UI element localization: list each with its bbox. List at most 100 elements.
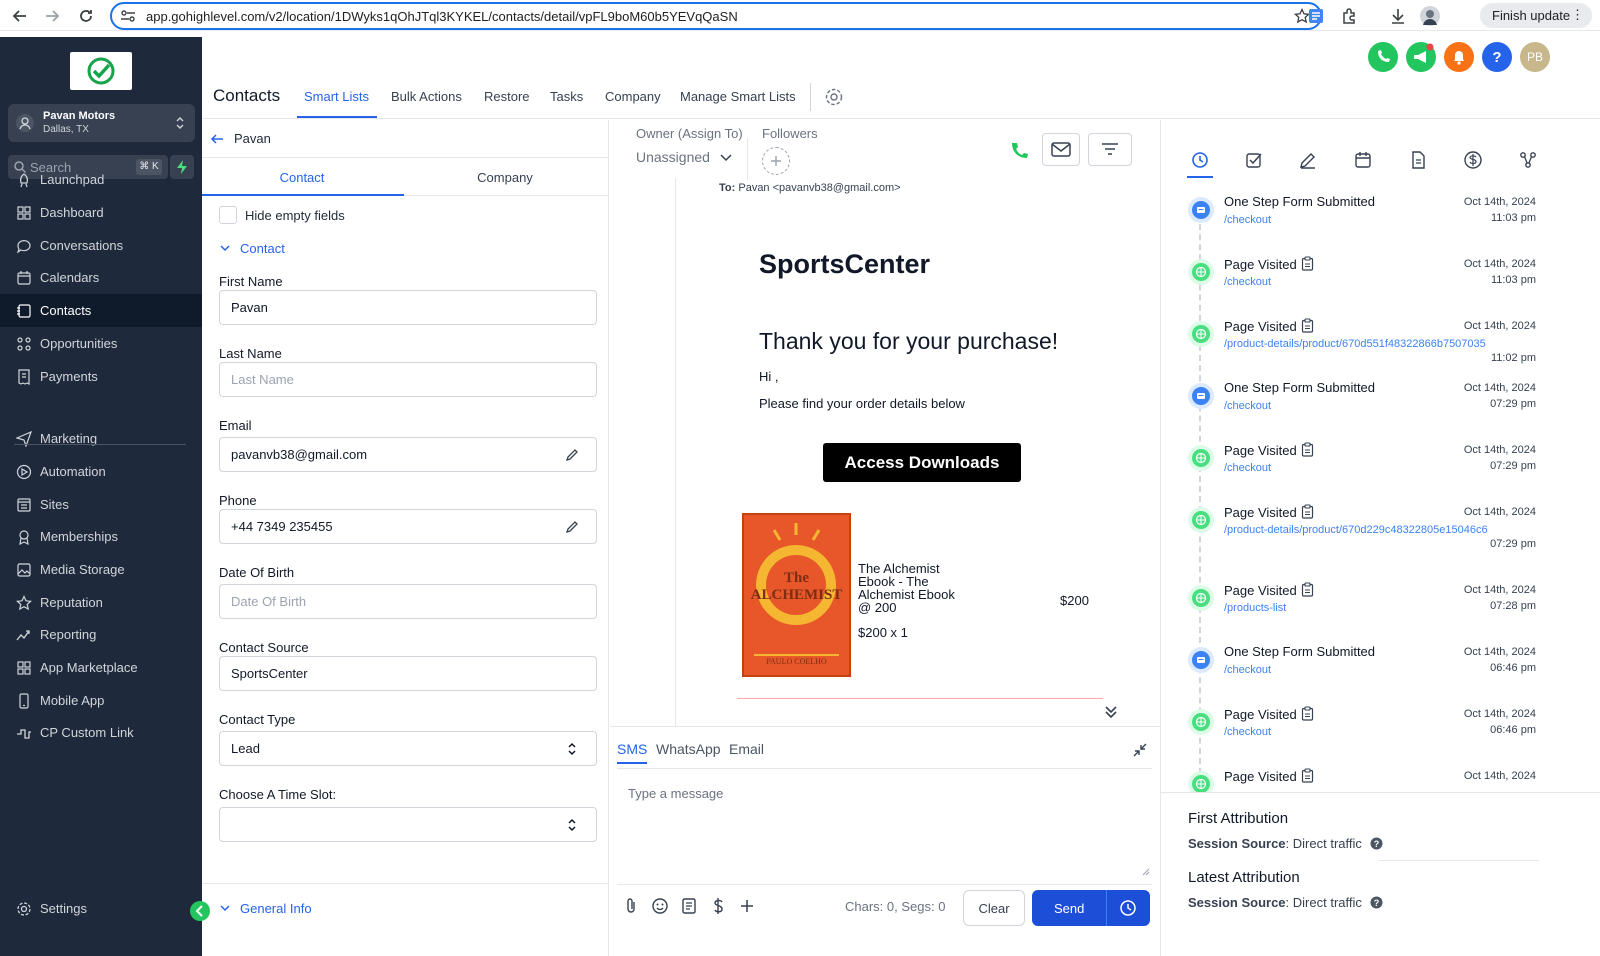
- kebab-menu-icon[interactable]: ⋮: [1571, 7, 1584, 23]
- tab-contact[interactable]: Contact: [202, 170, 402, 185]
- minimize-icon[interactable]: [1132, 742, 1148, 758]
- appointment-calendar-icon[interactable]: [1353, 150, 1373, 170]
- forward-arrow-icon[interactable]: [42, 6, 62, 26]
- activity-history-icon[interactable]: [1190, 150, 1210, 170]
- sidebar-item-memberships[interactable]: Memberships: [0, 520, 202, 553]
- help-icon[interactable]: ?: [1482, 42, 1512, 72]
- payments-dollar-icon[interactable]: [1463, 150, 1483, 170]
- email-compose-button[interactable]: [1042, 133, 1080, 166]
- schedule-clock-icon[interactable]: [1119, 899, 1137, 917]
- sidebar-item-settings[interactable]: Settings: [0, 892, 202, 925]
- template-icon[interactable]: [680, 897, 698, 915]
- first-name-field[interactable]: Pavan: [219, 290, 597, 325]
- tab-smart-lists[interactable]: Smart Lists: [304, 89, 369, 104]
- tab-company-info[interactable]: Company: [405, 170, 605, 185]
- clipboard-icon[interactable]: [1301, 442, 1314, 457]
- tab-company[interactable]: Company: [605, 89, 661, 104]
- send-button[interactable]: Send: [1032, 890, 1150, 926]
- sidebar-item-contacts[interactable]: Contacts: [0, 294, 202, 327]
- section-contact-title[interactable]: Contact: [240, 241, 285, 256]
- attachment-icon[interactable]: [622, 897, 640, 915]
- sidebar-item-marketing[interactable]: Marketing: [0, 422, 202, 455]
- tab-sms[interactable]: SMS: [617, 741, 647, 757]
- sidebar-item-launchpad[interactable]: Launchpad: [0, 163, 202, 196]
- task-checkbox-icon[interactable]: [1244, 150, 1264, 170]
- sidebar-item-app-marketplace[interactable]: App Marketplace: [0, 651, 202, 684]
- info-icon[interactable]: ?: [1370, 896, 1383, 909]
- location-switcher[interactable]: Pavan Motors Dallas, TX: [8, 104, 195, 142]
- double-chevron-down-icon[interactable]: [1103, 704, 1119, 720]
- tab-email[interactable]: Email: [729, 741, 764, 757]
- activity-link[interactable]: /product-details/product/670d229c4832280…: [1224, 524, 1488, 536]
- note-pencil-icon[interactable]: [1298, 150, 1318, 170]
- clear-button[interactable]: Clear: [963, 890, 1025, 926]
- tab-restore[interactable]: Restore: [484, 89, 530, 104]
- back-arrow-icon[interactable]: [10, 6, 30, 26]
- extension-doc-icon[interactable]: [1306, 6, 1326, 26]
- plus-icon[interactable]: [738, 897, 756, 915]
- profile-avatar-icon[interactable]: [1420, 6, 1440, 26]
- extensions-puzzle-icon[interactable]: [1340, 6, 1360, 26]
- section-general-info[interactable]: General Info: [240, 901, 312, 916]
- tab-tasks[interactable]: Tasks: [550, 89, 583, 104]
- email-field[interactable]: pavanvb38@gmail.com: [219, 437, 597, 472]
- hide-empty-checkbox[interactable]: [219, 206, 237, 224]
- tab-whatsapp[interactable]: WhatsApp: [656, 741, 721, 757]
- sidebar-item-conversations[interactable]: Conversations: [0, 229, 202, 262]
- emoji-icon[interactable]: [651, 897, 669, 915]
- clipboard-icon[interactable]: [1301, 706, 1314, 721]
- back-arrow-icon[interactable]: [209, 131, 225, 147]
- sidebar-item-media-storage[interactable]: Media Storage: [0, 553, 202, 586]
- contact-type-select[interactable]: Lead: [219, 731, 597, 766]
- sidebar-item-calendars[interactable]: Calendars: [0, 261, 202, 294]
- bell-icon[interactable]: [1444, 42, 1474, 72]
- finish-update-button[interactable]: Finish update ⋮: [1480, 3, 1592, 28]
- address-bar[interactable]: app.gohighlevel.com/v2/location/1DWyks1q…: [110, 2, 1322, 30]
- clipboard-icon[interactable]: [1301, 318, 1314, 333]
- activity-link[interactable]: /products-list: [1224, 602, 1286, 614]
- activity-link[interactable]: /checkout: [1224, 214, 1271, 226]
- pencil-icon[interactable]: [565, 447, 580, 462]
- sidebar-item-cp-custom-link[interactable]: CP Custom Link: [0, 716, 202, 749]
- settings-gear-icon[interactable]: [824, 87, 844, 107]
- access-downloads-button[interactable]: Access Downloads: [823, 443, 1021, 482]
- contact-source-field[interactable]: SportsCenter: [219, 656, 597, 691]
- megaphone-icon[interactable]: [1406, 42, 1436, 72]
- site-settings-icon[interactable]: [120, 9, 136, 23]
- workflow-icon[interactable]: [1518, 150, 1538, 170]
- activity-link[interactable]: /checkout: [1224, 276, 1271, 288]
- sidebar-item-opportunities[interactable]: Opportunities: [0, 327, 202, 360]
- sidebar-item-payments[interactable]: Payments: [0, 360, 202, 393]
- dollar-icon[interactable]: [709, 897, 727, 915]
- chevron-down-icon[interactable]: [219, 902, 231, 914]
- activity-link[interactable]: /checkout: [1224, 462, 1271, 474]
- clipboard-icon[interactable]: [1301, 504, 1314, 519]
- message-input[interactable]: Type a message: [617, 768, 1152, 878]
- last-name-field[interactable]: Last Name: [219, 362, 597, 397]
- sidebar-item-reporting[interactable]: Reporting: [0, 618, 202, 651]
- pencil-icon[interactable]: [565, 519, 580, 534]
- call-icon[interactable]: [1008, 140, 1030, 162]
- document-icon[interactable]: [1408, 150, 1428, 170]
- owner-select[interactable]: Unassigned: [636, 149, 732, 165]
- dob-field[interactable]: Date Of Birth: [219, 584, 597, 619]
- resize-handle-icon[interactable]: [1142, 868, 1150, 876]
- filter-button[interactable]: [1088, 133, 1132, 166]
- user-avatar[interactable]: PB: [1520, 42, 1550, 72]
- add-follower-button[interactable]: [762, 147, 790, 175]
- reload-icon[interactable]: [76, 6, 96, 26]
- activity-link[interactable]: /checkout: [1224, 664, 1271, 676]
- sidebar-item-automation[interactable]: Automation: [0, 455, 202, 488]
- chevron-down-icon[interactable]: [219, 242, 231, 254]
- sidebar-item-sites[interactable]: Sites: [0, 488, 202, 521]
- sidebar-item-reputation[interactable]: Reputation: [0, 586, 202, 619]
- download-icon[interactable]: [1388, 6, 1408, 26]
- activity-link[interactable]: /checkout: [1224, 400, 1271, 412]
- tab-bulk-actions[interactable]: Bulk Actions: [391, 89, 462, 104]
- sidebar-item-mobile-app[interactable]: Mobile App: [0, 684, 202, 717]
- clipboard-icon[interactable]: [1301, 256, 1314, 271]
- phone-call-icon[interactable]: [1368, 42, 1398, 72]
- activity-link[interactable]: /checkout: [1224, 726, 1271, 738]
- activity-link[interactable]: /product-details/product/670d551f4832286…: [1224, 338, 1486, 350]
- time-slot-select[interactable]: [219, 807, 597, 842]
